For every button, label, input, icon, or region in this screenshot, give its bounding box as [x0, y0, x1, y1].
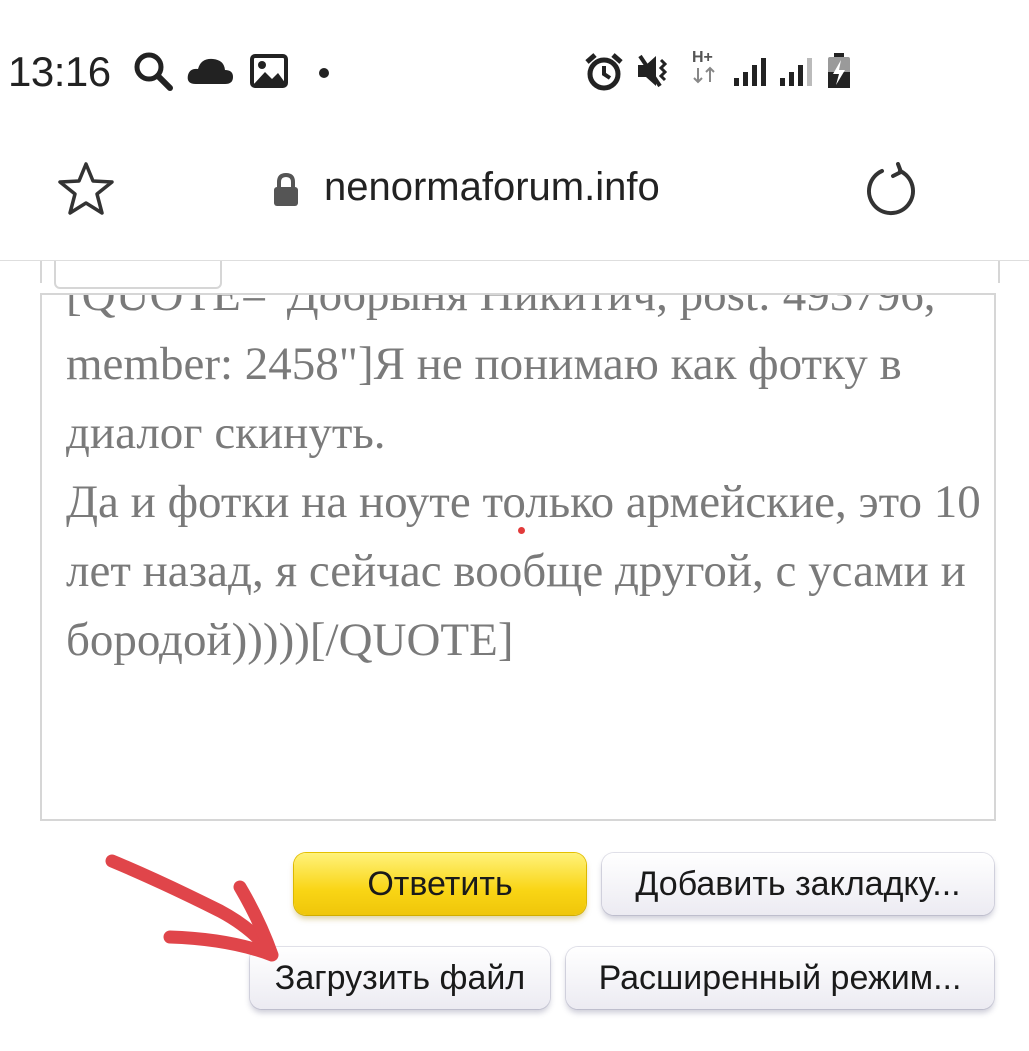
reply-button[interactable]: Ответить — [294, 853, 586, 915]
image-icon — [250, 54, 288, 93]
star-icon[interactable] — [56, 160, 116, 223]
advanced-mode-button[interactable]: Расширенный режим... — [566, 947, 994, 1009]
message-textarea[interactable]: [QUOTE="Добрыня Никитич, post: 493796, m… — [40, 293, 996, 821]
network-label: H+ — [692, 49, 713, 66]
signal-icon — [778, 56, 816, 93]
battery-charging-icon — [826, 52, 852, 95]
h-plus-data-icon: H+ — [692, 50, 716, 89]
alarm-icon — [584, 52, 624, 97]
url-display[interactable]: nenormaforum.info — [324, 165, 660, 210]
search-icon — [132, 50, 174, 97]
touch-indicator — [518, 527, 525, 534]
dot-icon — [318, 66, 330, 84]
status-bar: 13:16 H+ — [0, 0, 1029, 140]
cloud-icon — [186, 56, 234, 91]
annotation-arrow-icon — [105, 854, 279, 962]
upload-file-button[interactable]: Загрузить файл — [250, 947, 550, 1009]
message-text: [QUOTE="Добрыня Никитич, post: 493796, m… — [66, 293, 981, 666]
lock-icon — [272, 172, 300, 213]
status-time: 13:16 — [8, 48, 111, 95]
add-bookmark-button[interactable]: Добавить закладку... — [602, 853, 994, 915]
editor-toolbar-tab[interactable] — [54, 261, 222, 289]
reload-icon[interactable] — [862, 162, 920, 225]
reply-form: [QUOTE="Добрыня Никитич, post: 493796, m… — [0, 261, 1029, 1051]
signal-icon — [732, 56, 770, 93]
vibrate-icon — [636, 52, 676, 95]
